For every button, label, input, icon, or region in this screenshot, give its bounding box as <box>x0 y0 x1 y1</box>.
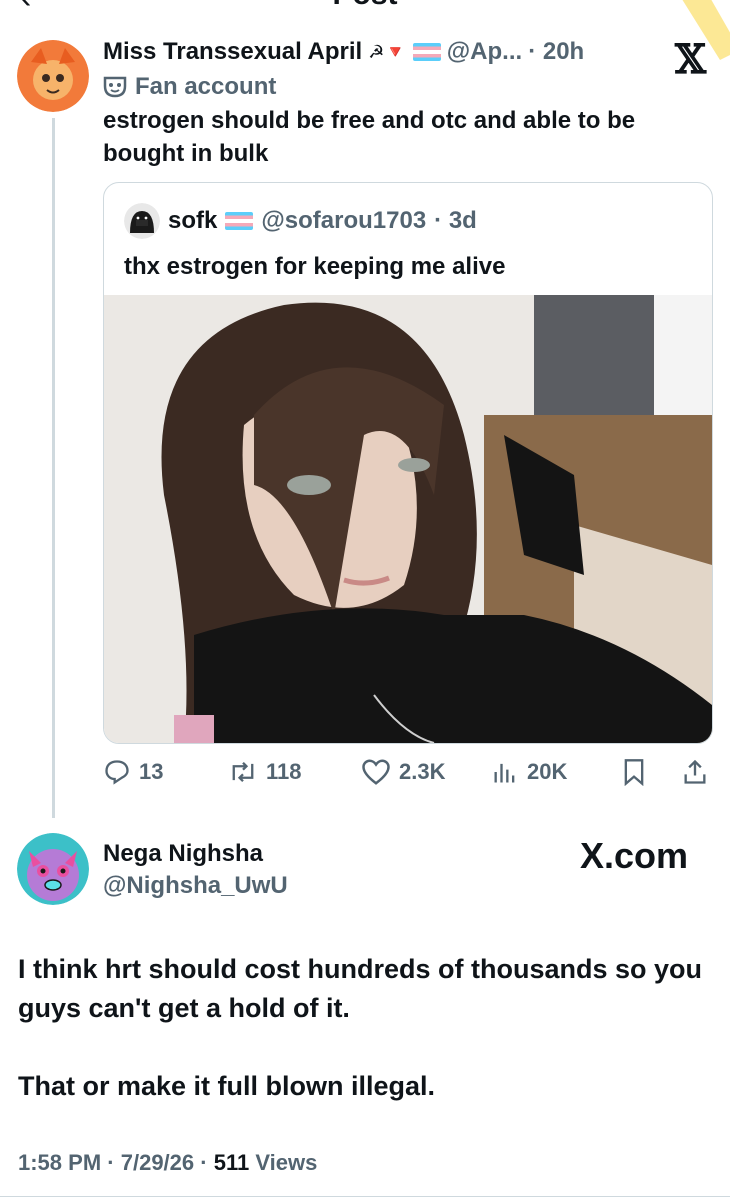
like-button[interactable]: 2.3K <box>361 758 445 786</box>
fan-account-text: Fan account <box>135 73 277 100</box>
views-icon <box>494 763 515 783</box>
reply-author-avatar[interactable] <box>17 833 89 905</box>
share-icon <box>684 759 706 784</box>
view-count: 20K <box>527 759 568 784</box>
quote-text: thx estrogen for keeping me alive <box>124 253 506 280</box>
bookmark-icon <box>624 759 644 786</box>
tweet-text: estrogen should be free and otc and able… <box>103 107 636 167</box>
views-label: Views <box>255 1150 318 1175</box>
meta-separator: · <box>200 1150 214 1175</box>
repost-icon <box>232 761 254 783</box>
x-logo-icon: 𝕏 <box>675 36 707 83</box>
quote-author-handle: @sofarou1703 <box>261 207 427 234</box>
author-name[interactable]: Miss Transsexual April <box>103 38 362 66</box>
quote-time: · 3d <box>434 207 477 234</box>
mask-icon <box>103 76 127 98</box>
author-avatar[interactable] <box>17 40 89 112</box>
reply-button[interactable]: 13 <box>103 758 163 786</box>
xcom-watermark: X.com <box>580 835 689 876</box>
reply-line-1: I think hrt should cost hundreds of thou… <box>18 954 703 1023</box>
quote-author-name: sofk <box>168 207 218 234</box>
views-button[interactable]: 20K <box>491 758 567 786</box>
quoted-tweet-card[interactable]: sofk @sofarou1703 · 3d thx estrogen for … <box>103 182 713 744</box>
reply-author-name[interactable]: Nega Nighsha <box>103 840 263 868</box>
thread-connector <box>52 118 55 818</box>
tweet-timestamp[interactable]: 1:58 PM <box>18 1150 101 1175</box>
fan-account-label: Fan account <box>103 73 276 101</box>
reply-count: 13 <box>139 759 164 784</box>
reply-line-2: That or make it full blown illegal. <box>18 1071 436 1101</box>
meta-separator: · <box>107 1150 121 1175</box>
author-handle[interactable]: @Ap... <box>447 38 522 66</box>
views-count: 511 <box>213 1150 250 1175</box>
heart-icon <box>362 759 390 785</box>
tweet-date[interactable]: 7/29/26 <box>121 1150 194 1175</box>
quote-author-avatar <box>124 203 160 239</box>
trans-flag-icon <box>412 43 441 61</box>
divider <box>0 1196 730 1197</box>
repost-button[interactable]: 118 <box>228 758 302 786</box>
quote-photo[interactable] <box>104 295 712 743</box>
bookmark-button[interactable] <box>621 758 647 786</box>
page-title: Post <box>0 0 730 12</box>
share-button[interactable] <box>681 758 709 786</box>
reply-text: I think hrt should cost hundreds of thou… <box>18 950 708 1106</box>
reply-icon <box>105 760 129 785</box>
trans-flag-icon <box>225 212 254 230</box>
repost-count: 118 <box>266 759 302 784</box>
tweet-actions: 13 118 2.3K 20K <box>103 758 713 794</box>
quote-header: sofk @sofarou1703 · 3d <box>124 203 477 239</box>
tweet-header: Miss Transsexual April ☭🔻 @Ap... · 20h <box>103 38 584 66</box>
tweet-meta: 1:58 PM · 7/29/26 · 511 Views <box>18 1150 317 1176</box>
like-count: 2.3K <box>399 759 446 784</box>
name-emojis: ☭🔻 <box>368 41 407 62</box>
reply-author-handle[interactable]: @Nighsha_UwU <box>103 872 288 900</box>
tweet-time[interactable]: · 20h <box>528 38 584 66</box>
